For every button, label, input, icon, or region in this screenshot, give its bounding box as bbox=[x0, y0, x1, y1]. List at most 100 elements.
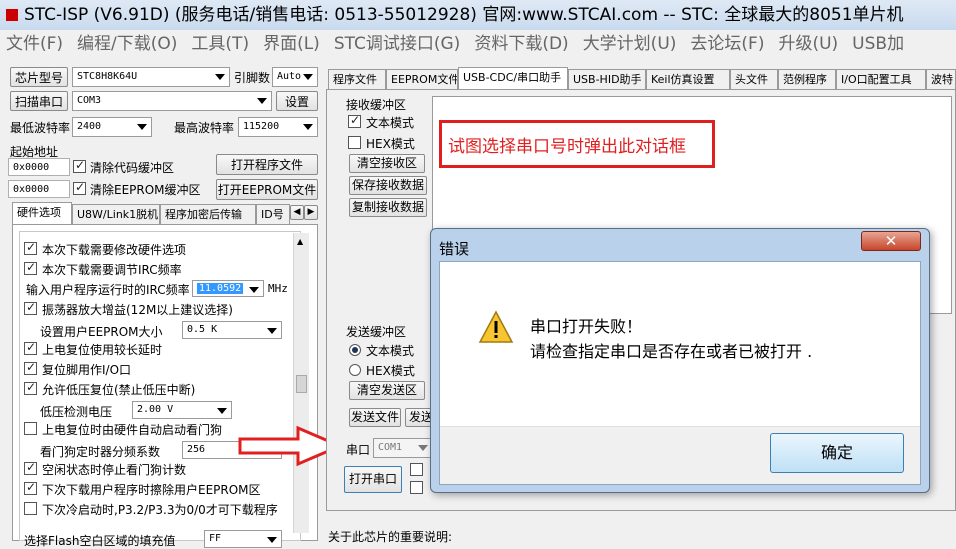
port-option-checkbox-2[interactable] bbox=[410, 481, 423, 494]
option-checkbox[interactable] bbox=[24, 502, 37, 515]
flash-fill-select[interactable]: FF bbox=[204, 530, 282, 548]
irc-frequency-select[interactable]: 11.0592 bbox=[192, 280, 264, 297]
tab-scroll-right-icon[interactable]: ▶ bbox=[304, 205, 318, 220]
chevron-down-icon bbox=[267, 328, 277, 334]
port-option-checkbox-1[interactable] bbox=[410, 463, 423, 476]
low-voltage-label: 低压检测电压 bbox=[40, 405, 113, 419]
port-select[interactable]: COM1 bbox=[373, 438, 433, 458]
scan-port-button[interactable]: 扫描串口 bbox=[10, 91, 68, 111]
clear-send-button[interactable]: 清空发送区 bbox=[349, 381, 425, 400]
pin-count-select[interactable]: Auto bbox=[272, 67, 318, 87]
eeprom-size-value: 0.5 K bbox=[187, 324, 218, 335]
dialog-title: 错误 bbox=[439, 240, 470, 258]
menu-download[interactable]: 资料下载(D) bbox=[474, 34, 568, 54]
tab-io-config[interactable]: I/O口配置工具 bbox=[836, 69, 926, 89]
option-label: 空闲状态时停止看门狗计数 bbox=[42, 463, 187, 477]
tab-u8w-offline[interactable]: U8W/Link1脱机 bbox=[72, 204, 160, 224]
tab-scroll-left-icon[interactable]: ◀ bbox=[290, 205, 304, 220]
settings-button[interactable]: 设置 bbox=[276, 91, 318, 111]
ok-button[interactable]: 确定 bbox=[770, 433, 904, 473]
menu-file[interactable]: 文件(F) bbox=[6, 34, 63, 54]
min-baud-select[interactable]: 2400 bbox=[72, 117, 152, 137]
save-receive-button[interactable]: 保存接收数据 bbox=[349, 176, 427, 195]
open-eeprom-file-button[interactable]: 打开EEPROM文件 bbox=[216, 179, 318, 200]
option-checkbox[interactable] bbox=[24, 480, 37, 495]
recv-hex-mode-checkbox[interactable] bbox=[348, 136, 361, 149]
menu-upgrade[interactable]: 升级(U) bbox=[778, 34, 838, 54]
max-baud-select[interactable]: 115200 bbox=[238, 117, 318, 137]
chip-model-button[interactable]: 芯片型号 bbox=[10, 67, 68, 87]
menu-forum[interactable]: 去论坛(F) bbox=[690, 34, 764, 54]
tab-baud[interactable]: 波特 bbox=[926, 69, 956, 89]
open-port-button[interactable]: 打开串口 bbox=[344, 466, 402, 493]
copy-receive-button[interactable]: 复制接收数据 bbox=[349, 198, 427, 217]
option-checkbox[interactable] bbox=[24, 422, 37, 435]
port-label: 串口 bbox=[346, 443, 371, 457]
chip-model-select[interactable]: STC8H8K64U bbox=[72, 67, 230, 87]
title-bar[interactable]: STC-ISP (V6.91D) (服务电话/销售电话: 0513-550129… bbox=[0, 0, 956, 30]
option-checkbox[interactable] bbox=[24, 300, 37, 315]
tab-encrypt-transfer[interactable]: 程序加密后传输 bbox=[160, 204, 256, 224]
option-label: 下次下载用户程序时擦除用户EEPROM区 bbox=[42, 483, 261, 497]
options-scrollbar[interactable]: ▲ bbox=[293, 233, 309, 533]
tab-hardware-options[interactable]: 硬件选项 bbox=[12, 202, 72, 224]
eeprom-size-select[interactable]: 0.5 K bbox=[182, 321, 282, 339]
tab-examples[interactable]: 范例程序 bbox=[778, 69, 836, 89]
menu-usb[interactable]: USB加 bbox=[852, 34, 904, 54]
chevron-down-icon bbox=[267, 537, 277, 543]
tab-keil-sim[interactable]: Keil仿真设置 bbox=[646, 69, 730, 89]
window-title: STC-ISP (V6.91D) (服务电话/销售电话: 0513-550129… bbox=[24, 5, 904, 25]
menu-university[interactable]: 大学计划(U) bbox=[583, 34, 677, 54]
tab-header-file[interactable]: 头文件 bbox=[730, 69, 778, 89]
min-baud-label: 最低波特率 bbox=[10, 121, 71, 135]
hardware-options-panel: 本次下载需要修改硬件选项 本次下载需要调节IRC频率 输入用户程序运行时的IRC… bbox=[12, 224, 318, 548]
eeprom-size-label: 设置用户EEPROM大小 bbox=[40, 325, 163, 339]
chevron-down-icon bbox=[137, 124, 147, 130]
tab-eeprom-file[interactable]: EEPROM文件 bbox=[386, 69, 458, 89]
tab-program-file[interactable]: 程序文件 bbox=[328, 69, 386, 89]
scroll-up-icon[interactable]: ▲ bbox=[297, 237, 303, 246]
warning-icon bbox=[478, 310, 514, 343]
recv-text-mode-checkbox[interactable] bbox=[348, 113, 361, 128]
eeprom-address-value: 0x0000 bbox=[13, 184, 50, 195]
tab-id-number[interactable]: ID号 bbox=[256, 204, 290, 224]
tab-usb-cdc-serial[interactable]: USB-CDC/串口助手 bbox=[458, 67, 568, 89]
option-label: 振荡器放大增益(12M以上建议选择) bbox=[42, 303, 233, 317]
option-checkbox[interactable] bbox=[24, 340, 37, 355]
chevron-down-icon bbox=[418, 445, 428, 451]
low-voltage-select[interactable]: 2.00 V bbox=[132, 401, 232, 419]
receive-buffer-label: 接收缓冲区 bbox=[346, 98, 407, 112]
option-label: 上电复位使用较长延时 bbox=[42, 343, 163, 357]
max-baud-value: 115200 bbox=[243, 121, 280, 132]
clear-eeprom-checkbox[interactable] bbox=[73, 180, 86, 195]
clear-receive-button[interactable]: 清空接收区 bbox=[349, 154, 425, 173]
option-checkbox[interactable] bbox=[24, 260, 37, 275]
tab-usb-hid[interactable]: USB-HID助手 bbox=[568, 69, 646, 89]
scrollbar-thumb[interactable] bbox=[296, 375, 307, 393]
send-file-button[interactable]: 发送文件 bbox=[349, 408, 401, 427]
menu-debug[interactable]: STC调试接口(G) bbox=[334, 34, 461, 54]
annotation-text: 试图选择串口号时弹出此对话框 bbox=[448, 137, 686, 157]
code-address-input[interactable]: 0x0000 bbox=[8, 158, 70, 176]
menu-interface[interactable]: 界面(L) bbox=[263, 34, 320, 54]
option-checkbox[interactable] bbox=[24, 240, 37, 255]
menu-tools[interactable]: 工具(T) bbox=[191, 34, 249, 54]
clear-code-checkbox[interactable] bbox=[73, 158, 86, 173]
option-checkbox[interactable] bbox=[24, 360, 37, 375]
close-icon[interactable]: ✕ bbox=[861, 231, 921, 251]
irc-unit: MHz bbox=[268, 282, 288, 295]
open-program-file-button[interactable]: 打开程序文件 bbox=[216, 154, 318, 175]
option-checkbox[interactable] bbox=[24, 460, 37, 475]
port-value: COM1 bbox=[378, 442, 403, 453]
low-voltage-value: 2.00 V bbox=[137, 404, 174, 415]
port-select-left[interactable]: COM3 bbox=[72, 91, 272, 111]
option-checkbox[interactable] bbox=[24, 380, 37, 395]
pin-count-label: 引脚数 bbox=[234, 71, 271, 85]
chevron-down-icon bbox=[217, 408, 227, 414]
chevron-down-icon bbox=[249, 287, 259, 293]
send-text-mode-radio[interactable] bbox=[349, 344, 361, 356]
eeprom-address-input[interactable]: 0x0000 bbox=[8, 180, 70, 198]
send-hex-mode-radio[interactable] bbox=[349, 364, 361, 376]
chevron-down-icon bbox=[303, 124, 313, 130]
menu-program[interactable]: 编程/下载(O) bbox=[77, 34, 177, 54]
